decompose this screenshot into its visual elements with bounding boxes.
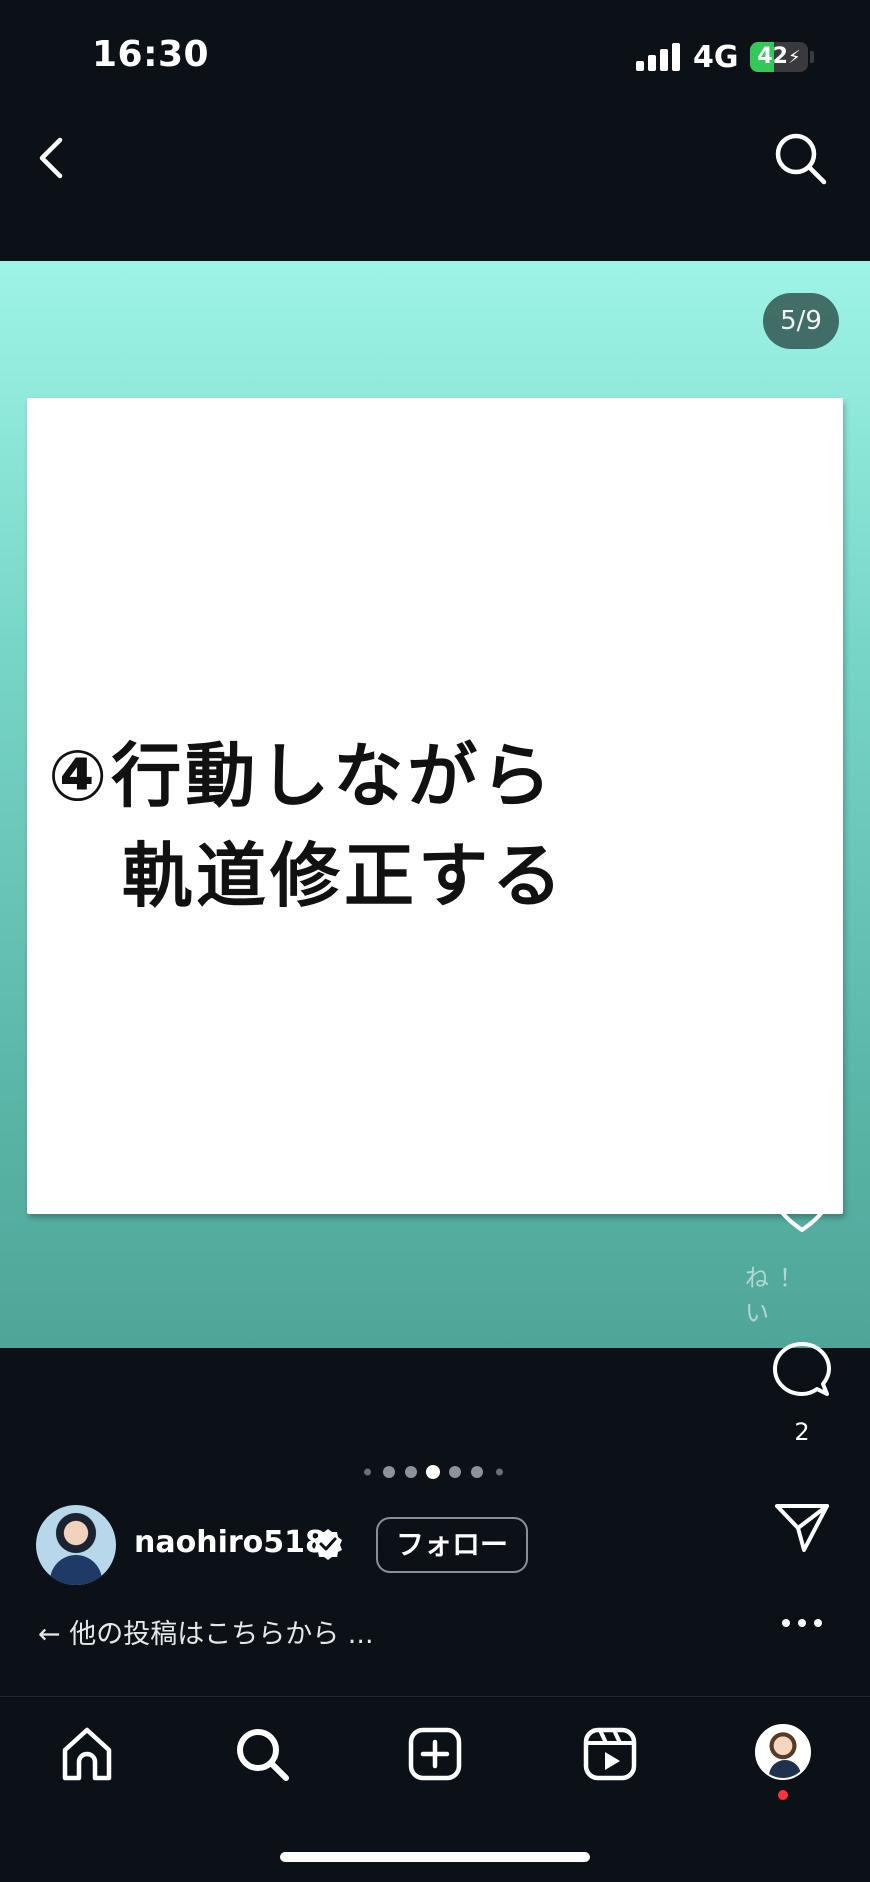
paper-plane-icon <box>775 1504 829 1552</box>
slide-text: ④行動しながら 軌道修正する <box>48 735 566 917</box>
carousel-dot <box>383 1466 395 1478</box>
author-row: naohiro518 フォロー <box>36 1505 596 1585</box>
carousel-indicator <box>360 1462 510 1482</box>
tab-profile[interactable] <box>755 1724 811 1780</box>
comment-count: 2 <box>794 1418 810 1446</box>
battery-icon: 42⚡ <box>750 42 808 72</box>
tab-home[interactable] <box>57 1724 117 1784</box>
chevron-left-icon <box>39 137 63 179</box>
post-caption[interactable]: ← 他の投稿はこちらから ... <box>38 1612 374 1651</box>
search-icon <box>775 133 827 185</box>
reels-icon <box>583 1727 637 1781</box>
clock: 16:30 <box>92 34 210 75</box>
create-icon <box>408 1727 462 1781</box>
battery-level: 42 <box>757 44 788 69</box>
more-button[interactable] <box>776 1606 828 1640</box>
tab-search[interactable] <box>232 1724 292 1784</box>
tab-create[interactable] <box>405 1724 465 1784</box>
search-button[interactable] <box>772 130 828 186</box>
username[interactable]: naohiro518 <box>134 1525 326 1560</box>
more-dots-icon <box>782 1619 822 1627</box>
verified-badge-icon <box>314 1529 342 1560</box>
comment-button[interactable] <box>773 1340 831 1398</box>
like-caption: ね！ い <box>745 1264 813 1327</box>
slide-counter: 5/9 <box>763 293 839 349</box>
like-button[interactable] <box>772 1180 832 1236</box>
tab-reels[interactable] <box>580 1724 640 1784</box>
network-type: 4G <box>693 40 739 75</box>
comment-icon <box>773 1342 831 1396</box>
search-icon <box>237 1729 289 1781</box>
follow-button[interactable]: フォロー <box>376 1517 528 1573</box>
status-bar: 16:30 4G 42⚡ <box>0 0 870 110</box>
home-indicator <box>280 1852 590 1862</box>
carousel-dot <box>471 1466 483 1478</box>
carousel-dot <box>426 1465 440 1479</box>
home-icon <box>62 1727 112 1781</box>
battery-cap <box>810 51 814 63</box>
carousel-dot <box>495 1468 503 1476</box>
heart-icon <box>774 1182 830 1232</box>
carousel-dot <box>449 1466 461 1478</box>
signal-icon <box>636 43 680 71</box>
carousel-dot <box>363 1468 371 1476</box>
notification-dot <box>778 1790 788 1800</box>
share-button[interactable] <box>774 1502 830 1554</box>
back-button[interactable] <box>30 128 74 188</box>
avatar[interactable] <box>36 1505 116 1585</box>
carousel-dot <box>405 1466 417 1478</box>
